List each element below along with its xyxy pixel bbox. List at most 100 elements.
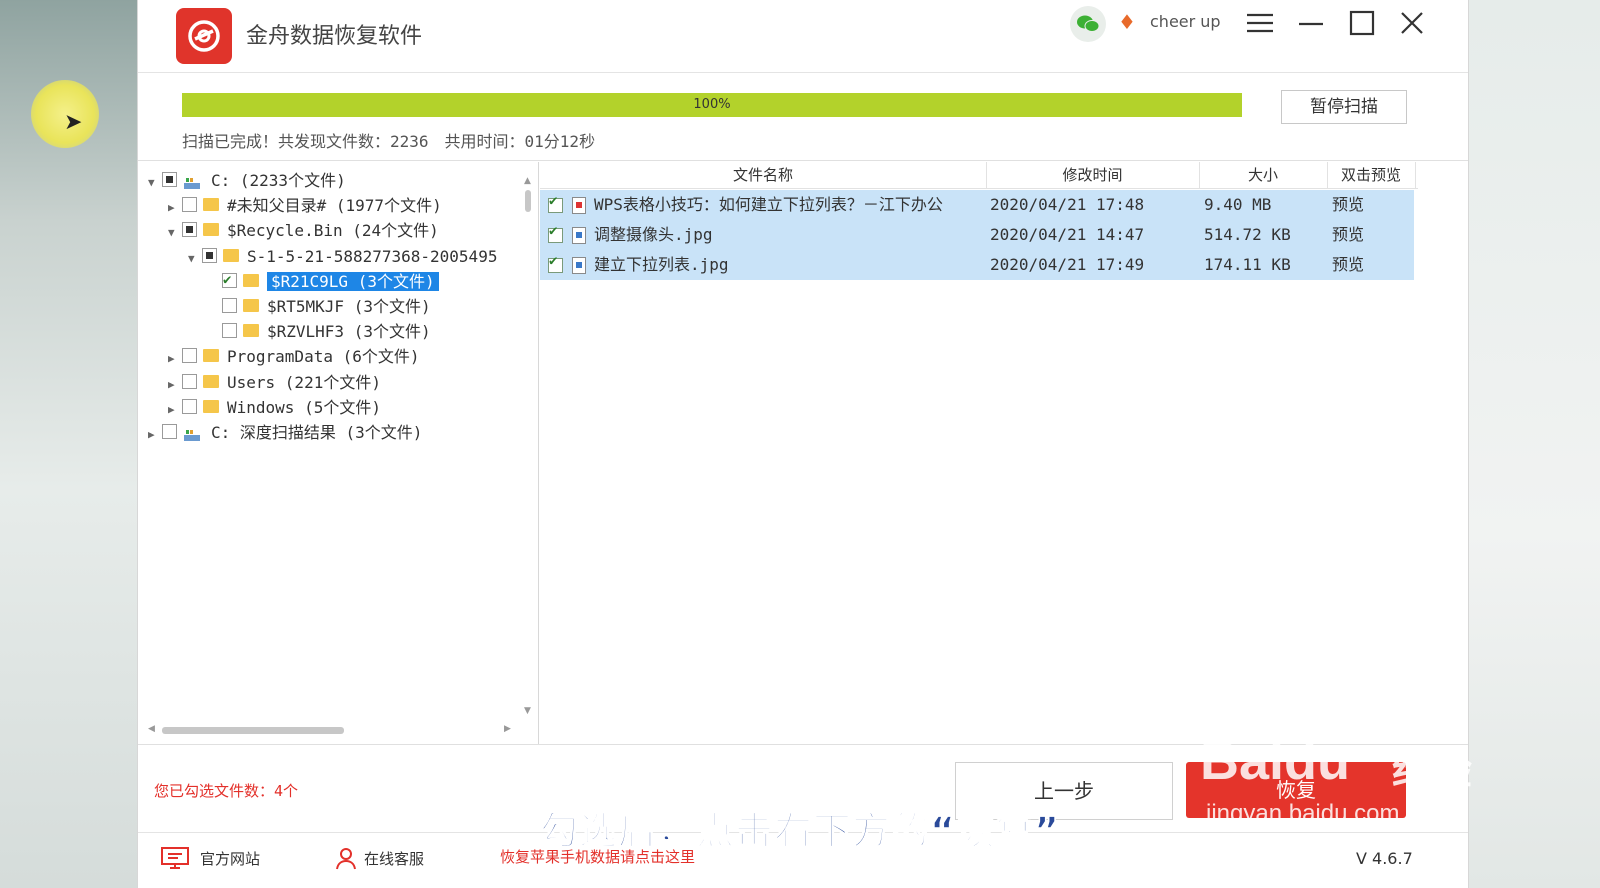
tree-item[interactable]: ▶ Users (221个文件) — [168, 371, 381, 395]
folder-icon — [203, 198, 219, 212]
official-website-link[interactable]: 官方网站 — [160, 846, 260, 870]
progress-label: 100% — [693, 97, 731, 112]
column-header-size[interactable]: 大小 — [1199, 162, 1328, 188]
preview-link[interactable]: 预览 — [1332, 220, 1364, 250]
scan-progress-bar: 100% — [182, 93, 1242, 117]
row-checkbox[interactable] — [548, 223, 563, 243]
mouse-cursor-icon: ➤ — [64, 110, 83, 135]
folder-icon — [203, 223, 219, 237]
online-support-link[interactable]: 在线客服 — [334, 846, 424, 870]
tree-item[interactable]: ▶ Windows (5个文件) — [168, 396, 381, 420]
baidu-jingyan-watermark: Baidu 经验 jingyan.baidu.com — [1200, 700, 1500, 840]
tree-checkbox[interactable] — [222, 323, 237, 339]
official-website-label: 官方网站 — [200, 849, 261, 868]
row-checkbox[interactable] — [548, 253, 563, 273]
tree-checkbox[interactable] — [182, 398, 197, 414]
tree-item-label: C: (2233个文件) — [211, 171, 346, 190]
folder-icon — [223, 248, 239, 262]
tree-checkbox[interactable] — [182, 373, 197, 389]
tree-checkbox[interactable] — [162, 424, 177, 439]
file-name: 建立下拉列表.jpg — [594, 255, 729, 274]
scrollbar-thumb[interactable] — [525, 190, 531, 212]
watermark-url: jingyan.baidu.com — [1206, 800, 1400, 827]
drive-icon — [183, 425, 201, 441]
username[interactable]: cheer up — [1150, 12, 1221, 31]
tree-checkbox[interactable] — [182, 222, 197, 238]
selected-count-text: 您已勾选文件数：4个 — [154, 782, 299, 800]
tree-item[interactable]: ▼ C: (2233个文件) — [148, 169, 346, 193]
folder-tree[interactable]: ▼ C: (2233个文件) ▶ #未知父目录# (1977个文件) ▼ $Recycle… — [138, 162, 540, 744]
watermark-jingyan: 经验 — [1392, 748, 1472, 794]
file-name: WPS表格小技巧：如何建立下拉列表？－江下办公 — [594, 195, 943, 214]
tree-checkbox[interactable] — [182, 197, 197, 213]
tree-checkbox[interactable] — [162, 172, 177, 187]
tree-checkbox[interactable] — [202, 247, 217, 263]
folder-icon — [203, 374, 219, 388]
collapse-arrow-icon[interactable]: ▶ — [148, 423, 162, 447]
table-row[interactable]: 调整摄像头.jpg 2020/04/21 14:47 514.72 KB 预览 — [540, 220, 1414, 250]
file-name: 调整摄像头.jpg — [594, 225, 713, 244]
file-modified: 2020/04/21 17:48 — [990, 195, 1145, 214]
tree-item[interactable]: ▶ C: 深度扫描结果 (3个文件) — [148, 421, 422, 445]
tree-checkbox[interactable] — [182, 348, 197, 364]
pause-scan-button[interactable]: 暂停扫描 — [1281, 90, 1407, 124]
tree-item[interactable]: $R21C9LG (3个文件) — [208, 268, 439, 294]
scroll-up-icon[interactable]: ▲ — [524, 176, 531, 186]
user-support-icon — [336, 848, 356, 870]
scroll-left-icon[interactable]: ◀ — [148, 724, 155, 734]
app-title: 金舟数据恢复软件 — [246, 24, 423, 49]
watermark-logo: Baidu — [1200, 731, 1351, 791]
file-size: 514.72 KB — [1204, 225, 1291, 244]
tree-vertical-scrollbar[interactable]: ▲ ▼ — [522, 176, 534, 736]
wps-file-icon — [572, 197, 586, 214]
tree-item-label: #未知父目录# (1977个文件) — [227, 196, 442, 216]
tree-item[interactable]: ▶ ProgramData (6个文件) — [168, 345, 420, 369]
maximize-icon[interactable] — [1342, 6, 1382, 40]
scroll-right-icon[interactable]: ▶ — [504, 724, 511, 734]
scrollbar-thumb[interactable] — [162, 727, 344, 734]
expand-arrow-icon[interactable]: ▼ — [168, 221, 182, 245]
tree-item[interactable]: ▼ S-1-5-21-588277368-2005495 — [188, 245, 497, 269]
collapse-arrow-icon[interactable]: ▶ — [168, 196, 182, 220]
tree-item-label: Windows (5个文件) — [227, 397, 381, 417]
divider — [138, 160, 1468, 161]
menu-icon[interactable] — [1240, 6, 1280, 40]
scroll-down-icon[interactable]: ▼ — [524, 706, 531, 716]
table-row[interactable]: 建立下拉列表.jpg 2020/04/21 17:49 174.11 KB 预览 — [540, 250, 1414, 280]
preview-link[interactable]: 预览 — [1332, 190, 1364, 220]
collapse-arrow-icon[interactable]: ▶ — [168, 373, 182, 397]
app-logo-icon — [176, 8, 232, 64]
vip-diamond-icon[interactable]: ♦ — [1118, 10, 1136, 34]
close-icon[interactable] — [1392, 6, 1432, 40]
expand-arrow-icon[interactable]: ▼ — [148, 171, 162, 195]
tree-item[interactable]: ▶ #未知父目录# (1977个文件) — [168, 194, 442, 218]
file-modified: 2020/04/21 14:47 — [990, 225, 1145, 244]
scan-status-text: 扫描已完成！共发现文件数：2236 共用时间：01分12秒 — [182, 132, 596, 151]
folder-icon — [243, 273, 259, 287]
column-header-preview[interactable]: 双击预览 — [1327, 162, 1416, 188]
tree-item[interactable]: $RT5MKJF (3个文件) — [208, 295, 431, 319]
column-header-modified[interactable]: 修改时间 — [986, 162, 1200, 188]
tree-item[interactable]: $RZVLHF3 (3个文件) — [208, 320, 431, 344]
collapse-arrow-icon[interactable]: ▶ — [168, 398, 182, 422]
version-label: V 4.6.7 — [1356, 849, 1413, 868]
wechat-icon[interactable] — [1070, 6, 1106, 42]
tree-checkbox[interactable] — [222, 298, 237, 313]
tree-horizontal-scrollbar[interactable]: ◀ ▶ — [148, 724, 518, 738]
file-list-header: 文件名称 修改时间 大小 双击预览 — [540, 162, 1418, 189]
file-list: 文件名称 修改时间 大小 双击预览 WPS表格小技巧：如何建立下拉列表？－江下办… — [540, 162, 1418, 744]
minimize-icon[interactable] — [1291, 6, 1331, 40]
row-checkbox[interactable] — [548, 193, 563, 213]
table-row[interactable]: WPS表格小技巧：如何建立下拉列表？－江下办公 2020/04/21 17:48… — [540, 190, 1414, 220]
monitor-icon — [161, 847, 189, 869]
collapse-arrow-icon[interactable]: ▶ — [168, 347, 182, 371]
tree-item-label: $Recycle.Bin (24个文件) — [227, 221, 439, 241]
tree-checkbox[interactable] — [222, 268, 237, 292]
preview-link[interactable]: 预览 — [1332, 250, 1364, 280]
column-header-name[interactable]: 文件名称 — [540, 162, 987, 188]
file-modified: 2020/04/21 17:49 — [990, 255, 1145, 274]
pane-divider[interactable] — [538, 162, 539, 744]
tree-item[interactable]: ▼ $Recycle.Bin (24个文件) — [168, 219, 439, 243]
tree-item-label: ProgramData (6个文件) — [227, 347, 420, 367]
expand-arrow-icon[interactable]: ▼ — [188, 247, 202, 271]
